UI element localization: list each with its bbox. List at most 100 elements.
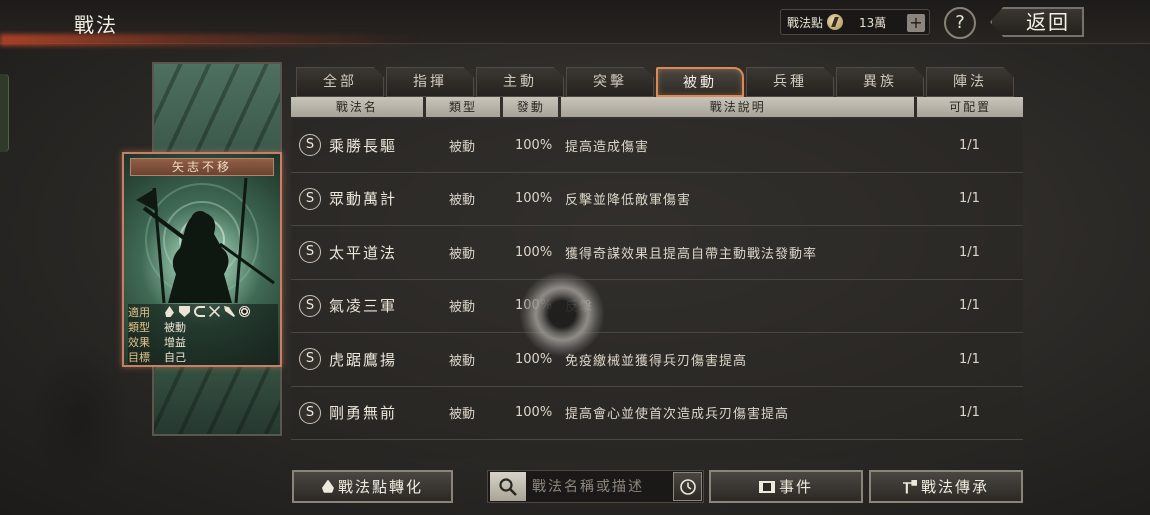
card-info-target: 目標 自己 — [128, 349, 278, 364]
card-title: 矢志不移 — [130, 158, 274, 176]
tactic-description: 提高造成傷害 — [565, 139, 650, 155]
chariot-wheel-icon — [239, 306, 250, 317]
tactic-type: 被動 — [449, 353, 476, 369]
card-info-effect: 效果 增益 — [128, 334, 278, 349]
tactic-points-value: 13萬 — [859, 15, 887, 30]
tab-assault[interactable]: 突擊 — [566, 67, 654, 97]
warrior-art — [136, 178, 275, 303]
cavalry-icon — [165, 306, 174, 317]
ink-decoration — [30, 340, 130, 490]
column-header-trigger[interactable]: 發動 — [503, 97, 559, 117]
tactic-trigger-rate: 100% — [515, 244, 553, 260]
card-info-panel: 適用 類型 被動 效果 增益 目標 自己 — [128, 304, 278, 365]
info-key: 效果 — [128, 335, 150, 349]
tactic-availability: 1/1 — [959, 137, 980, 153]
tactics-list: S 乘勝長驅 被動 100% 提高造成傷害 1/1 S 眾動萬計 被動 100%… — [291, 119, 1023, 459]
search-input[interactable] — [532, 478, 672, 495]
convert-points-label: 戰法點轉化 — [337, 478, 423, 496]
tab-troop-type[interactable]: 兵種 — [746, 67, 834, 97]
table-row[interactable]: S 眾動萬計 被動 100% 反擊並降低敵軍傷害 1/1 — [291, 173, 1023, 226]
tactic-name: 氣凌三軍 — [329, 297, 398, 316]
tactic-description: 獲得奇謀效果且提高自帶主動戰法發動率 — [565, 246, 818, 262]
column-header-description: 戰法說明 — [561, 97, 915, 117]
tab-passive[interactable]: 被動 — [656, 67, 744, 97]
tactic-name: 眾動萬計 — [329, 190, 398, 209]
tactic-availability: 1/1 — [959, 244, 980, 260]
tactic-type: 被動 — [449, 300, 476, 316]
info-key: 適用 — [128, 305, 150, 319]
grade-badge: S — [299, 401, 321, 424]
applicable-unit-icons — [164, 306, 250, 317]
add-points-button[interactable]: + — [907, 14, 925, 32]
tactic-trigger-rate: 100% — [515, 191, 553, 207]
tactic-availability: 1/1 — [959, 405, 980, 421]
tactic-name: 剛勇無前 — [329, 404, 398, 423]
column-header-available[interactable]: 可配置 — [917, 97, 1023, 117]
crossed-weapons-icon — [209, 306, 220, 317]
search-box — [487, 470, 704, 503]
column-header-name[interactable]: 戰法名 — [291, 97, 423, 117]
tab-formation[interactable]: 陣法 — [926, 67, 1014, 97]
tactic-name: 虎踞鷹揚 — [329, 350, 398, 369]
spear-icon — [224, 306, 235, 317]
tactic-type: 被動 — [449, 139, 476, 155]
event-button[interactable]: 事件 — [709, 470, 863, 503]
tactic-name: 乘勝長驅 — [329, 136, 398, 155]
tactic-availability: 1/1 — [959, 191, 980, 207]
card-info-type: 類型 被動 — [128, 319, 278, 334]
side-drawer-handle[interactable] — [0, 74, 9, 152]
tactic-points-display: 戰法點 13萬 + — [780, 9, 930, 35]
tactic-availability: 1/1 — [959, 298, 980, 314]
column-header-type[interactable]: 類型 — [425, 97, 501, 117]
table-row[interactable]: S 剛勇無前 被動 100% 提高會心並使首次造成兵刃傷害提高 1/1 — [291, 387, 1023, 440]
search-icon[interactable] — [490, 472, 526, 501]
tactic-trigger-rate: 100% — [515, 351, 553, 367]
table-row[interactable]: S 乘勝長驅 被動 100% 提高造成傷害 1/1 — [291, 119, 1023, 173]
back-button[interactable]: 返回 — [990, 7, 1084, 37]
clock-icon[interactable] — [673, 472, 702, 501]
page-title: 戰法 — [74, 13, 118, 37]
film-icon — [758, 480, 775, 493]
drop-icon — [321, 479, 334, 493]
table-row[interactable]: S 太平道法 被動 100% 獲得奇謀效果且提高自帶主動戰法發動率 1/1 — [291, 226, 1023, 280]
tactic-name: 太平道法 — [329, 243, 398, 262]
hammer-icon — [902, 479, 917, 494]
title-glow — [0, 34, 420, 46]
selected-tactic-card[interactable]: 矢志不移 適用 類型 被動 效果 增益 目標 自己 — [122, 152, 282, 367]
tab-active[interactable]: 主動 — [476, 67, 564, 97]
top-bar: 戰法 戰法點 13萬 + ? 返回 — [0, 0, 1150, 46]
tactic-description: 提高會心並使首次造成兵刃傷害提高 — [565, 407, 790, 423]
grade-badge: S — [299, 294, 321, 317]
grade-badge: S — [299, 134, 321, 157]
event-label: 事件 — [778, 478, 813, 496]
tactic-type: 被動 — [449, 407, 476, 423]
info-value: 被動 — [164, 320, 186, 334]
loading-spinner-icon — [520, 272, 604, 356]
tab-all[interactable]: 全部 — [296, 67, 384, 97]
grade-badge: S — [299, 348, 321, 371]
table-header: 戰法名 類型 發動 戰法說明 可配置 — [291, 97, 1023, 117]
info-value: 自己 — [164, 350, 186, 364]
tactic-availability: 1/1 — [959, 351, 980, 367]
tactic-trigger-rate: 100% — [515, 137, 553, 153]
tactic-inherit-button[interactable]: 戰法傳承 — [869, 470, 1023, 503]
category-tabs: 全部 指揮 主動 突擊 被動 兵種 異族 陣法 — [296, 67, 1018, 97]
info-key: 類型 — [128, 320, 150, 334]
card-info-applicable: 適用 — [128, 304, 278, 319]
table-row[interactable]: S 虎踞鷹揚 被動 100% 免疫繳械並獲得兵刃傷害提高 1/1 — [291, 333, 1023, 387]
brush-coin-icon — [827, 14, 844, 30]
tactic-description: 反擊並降低敵軍傷害 — [565, 193, 692, 209]
grade-badge: S — [299, 241, 321, 264]
convert-points-button[interactable]: 戰法點轉化 — [292, 470, 453, 503]
tactic-type: 被動 — [449, 193, 476, 209]
help-button[interactable]: ? — [944, 7, 976, 39]
tab-foreign[interactable]: 異族 — [836, 67, 924, 97]
tactic-trigger-rate: 100% — [515, 405, 553, 421]
info-value: 增益 — [164, 335, 186, 349]
tactic-type: 被動 — [449, 246, 476, 262]
table-row[interactable]: S 氣凌三軍 被動 100% 反擊 1/1 — [291, 280, 1023, 333]
tab-command[interactable]: 指揮 — [386, 67, 474, 97]
grade-badge: S — [299, 187, 321, 210]
tactic-inherit-label: 戰法傳承 — [920, 478, 989, 496]
tactic-points-label: 戰法點 — [787, 15, 824, 30]
